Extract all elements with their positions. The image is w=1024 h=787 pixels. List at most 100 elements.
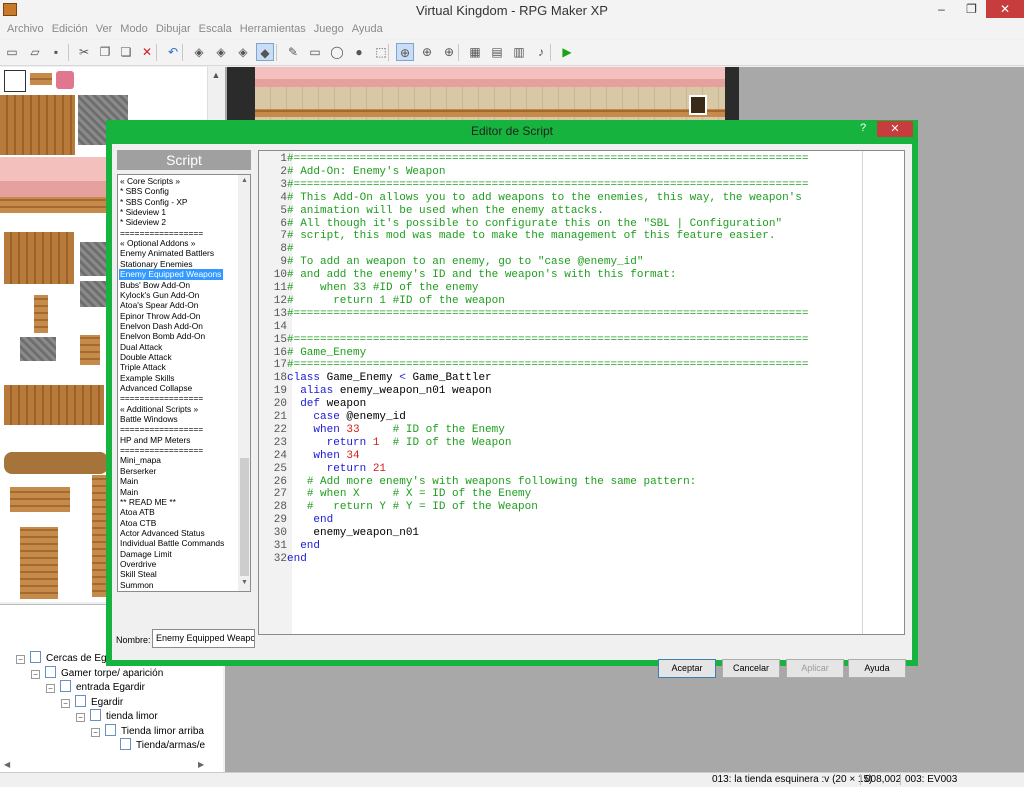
copy-icon[interactable]: ❐ [96, 43, 114, 61]
script-list-item[interactable]: Damage Limit [120, 549, 172, 560]
cut-icon[interactable]: ✂ [75, 43, 93, 61]
help-icon[interactable]: ? [860, 122, 866, 134]
script-list-item[interactable]: Atoa CTB [120, 518, 156, 529]
menu-item-5[interactable]: Escala [195, 20, 236, 35]
script-editor-icon[interactable]: ▥ [510, 43, 528, 61]
script-list-item[interactable]: Main [120, 476, 138, 487]
collapse-toggle-icon[interactable]: − [16, 655, 25, 664]
script-list-item[interactable]: Summon [120, 580, 154, 591]
map-tree-item[interactable]: − tienda limor [76, 709, 158, 723]
map-tree-item[interactable]: − entrada Egardir [46, 680, 145, 694]
apply-button[interactable]: Aplicar [786, 659, 844, 678]
map-event[interactable] [689, 95, 707, 115]
script-list-item[interactable]: ================= [120, 445, 203, 456]
script-list-item[interactable]: Stationary Enemies [120, 259, 193, 270]
script-list-item[interactable]: Enelvon Dash Add-On [120, 321, 203, 332]
materials-icon[interactable]: ▤ [488, 43, 506, 61]
script-list[interactable]: ▲ ▼ « Core Scripts » * SBS Config * SBS Co… [117, 174, 251, 592]
script-list-item[interactable]: * Sideview 1 [120, 207, 166, 218]
layer1-icon[interactable]: ◈ [190, 43, 208, 61]
code-editor[interactable]: 1#======================================… [258, 150, 905, 635]
zoom-2-icon[interactable]: ⊕ [418, 43, 436, 61]
ellipse-icon[interactable]: ◯ [328, 43, 346, 61]
script-list-item[interactable]: Enelvon Bomb Add-On [120, 331, 205, 342]
script-list-item[interactable]: Epinor Throw Add-On [120, 311, 200, 322]
script-list-item[interactable]: Advanced Collapse [120, 383, 192, 394]
script-list-item[interactable]: Skill Steal [120, 569, 157, 580]
script-list-item[interactable]: * SBS Config [120, 186, 169, 197]
database-icon[interactable]: ▦ [466, 43, 484, 61]
pencil-icon[interactable]: ✎ [284, 43, 302, 61]
script-list-item[interactable]: Berserker [120, 466, 156, 477]
script-list-item[interactable]: « Optional Addons » [120, 238, 195, 249]
script-list-item[interactable]: Individual Battle Commands [120, 538, 224, 549]
list-scroll-up-icon[interactable]: ▲ [238, 177, 250, 184]
script-list-item[interactable]: Double Attack [120, 352, 172, 363]
script-list-item[interactable]: « Additional Scripts » [120, 404, 198, 415]
paste-icon[interactable]: ❏ [117, 43, 135, 61]
map-tree-item[interactable]: −Tienda/armas/e [106, 738, 205, 752]
rectangle-icon[interactable]: ▭ [306, 43, 324, 61]
menu-item-3[interactable]: Modo [116, 20, 152, 35]
tree-scroll-left-icon[interactable]: ◀ [4, 760, 10, 769]
scroll-up-icon[interactable]: ▲ [208, 67, 224, 83]
delete-icon[interactable]: ✕ [138, 43, 156, 61]
script-list-item[interactable]: Example Skills [120, 373, 174, 384]
save-icon[interactable]: ▪ [47, 43, 65, 61]
script-list-item[interactable]: Atoa ATB [120, 507, 155, 518]
zoom-4-icon[interactable]: ⊕ [440, 43, 458, 61]
map-tree-item[interactable]: − Tienda limor arriba [91, 723, 204, 738]
script-list-item[interactable]: « Core Scripts » [120, 176, 180, 187]
sound-test-icon[interactable]: ♪ [532, 43, 550, 61]
collapse-toggle-icon[interactable]: − [76, 713, 85, 722]
undo-icon[interactable]: ↶ [164, 43, 182, 61]
menu-item-7[interactable]: Juego [310, 20, 348, 35]
script-list-scrollbar[interactable]: ▲ ▼ [238, 175, 250, 591]
list-scroll-thumb[interactable] [240, 458, 249, 576]
list-scroll-down-icon[interactable]: ▼ [238, 579, 250, 586]
map-tree-item[interactable]: − Gamer torpe/ aparición [31, 665, 163, 680]
menu-item-8[interactable]: Ayuda [348, 20, 387, 35]
script-list-item[interactable]: Triple Attack [120, 362, 166, 373]
script-list-item[interactable]: * Sideview 2 [120, 217, 166, 228]
script-list-item[interactable]: Actor Advanced Status [120, 528, 205, 539]
script-name-input[interactable]: Enemy Equipped Weapons [152, 629, 255, 648]
script-list-item[interactable]: Battle Windows [120, 414, 178, 425]
script-list-item[interactable]: Main [120, 487, 138, 498]
events-layer-icon[interactable]: ◆ [256, 43, 274, 61]
layer3-icon[interactable]: ◈ [234, 43, 252, 61]
restore-button[interactable]: ❐ [957, 0, 986, 18]
script-list-item[interactable]: Mini_mapa [120, 455, 161, 466]
help-button[interactable]: Ayuda [848, 659, 906, 678]
fill-icon[interactable]: ● [350, 43, 368, 61]
script-list-item[interactable]: ================= [120, 424, 203, 435]
map-tree-item[interactable]: − Egardir [61, 694, 123, 709]
script-list-item[interactable]: HP and MP Meters [120, 435, 190, 446]
menu-item-1[interactable]: Edición [48, 20, 92, 35]
close-button[interactable]: ✕ [986, 0, 1024, 18]
ok-button[interactable]: Aceptar [658, 659, 716, 678]
script-list-item[interactable]: Enemy Equipped Weapons [119, 269, 223, 281]
map-view[interactable] [227, 67, 739, 121]
script-list-item[interactable]: ================= [120, 393, 203, 404]
playtest-icon[interactable]: ▶ [558, 43, 576, 61]
script-list-item[interactable]: Enemy Animated Battlers [120, 248, 214, 259]
new-project-icon[interactable]: ▭ [3, 43, 21, 61]
map-tree-item[interactable]: − Cercas de Egar [16, 651, 115, 665]
script-list-item[interactable]: Atoa's Spear Add-On [120, 300, 198, 311]
zoom-1-icon[interactable]: ⊕ [396, 43, 414, 61]
script-list-item[interactable]: ================= [120, 228, 203, 239]
menu-item-2[interactable]: Ver [92, 20, 117, 35]
collapse-toggle-icon[interactable]: − [31, 669, 40, 679]
script-list-item[interactable]: Overdrive [120, 559, 156, 570]
open-project-icon[interactable]: ▱ [26, 43, 44, 61]
minimize-button[interactable]: – [927, 0, 956, 18]
collapse-toggle-icon[interactable]: − [61, 698, 70, 708]
collapse-toggle-icon[interactable]: − [46, 684, 55, 693]
menu-item-4[interactable]: Dibujar [152, 20, 195, 35]
layer2-icon[interactable]: ◈ [212, 43, 230, 61]
collapse-toggle-icon[interactable]: − [91, 727, 100, 737]
menu-item-6[interactable]: Herramientas [236, 20, 310, 35]
script-list-item[interactable]: Dual Attack [120, 342, 162, 353]
script-list-item[interactable]: Kylock's Gun Add-On [120, 290, 199, 301]
